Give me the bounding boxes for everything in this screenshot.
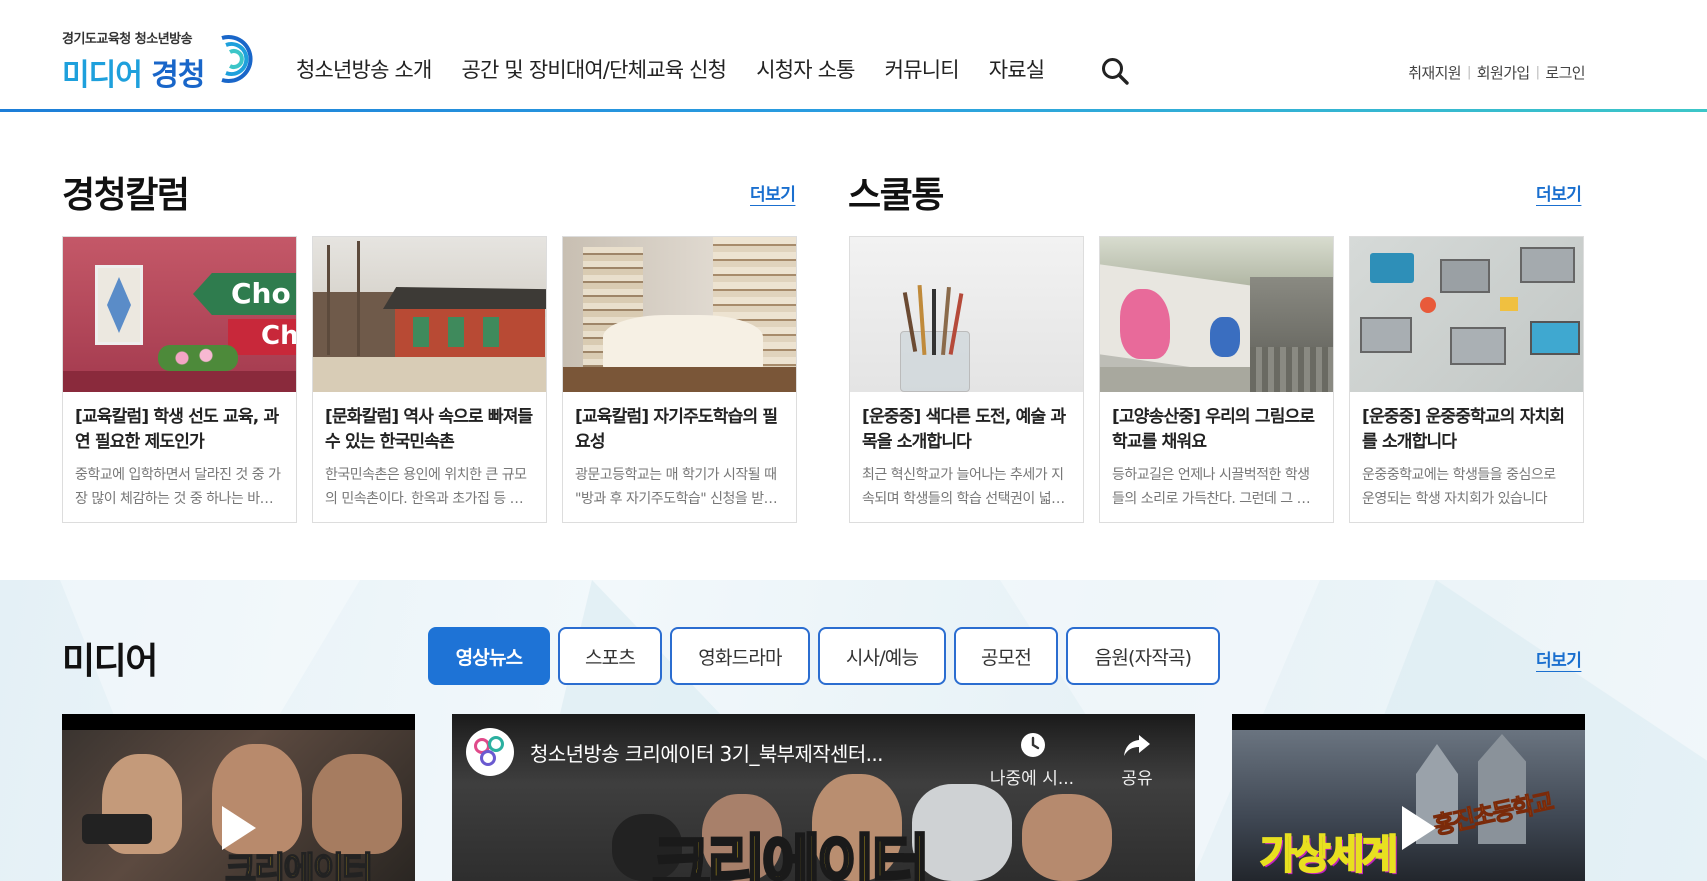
schooltong-section-title: 스쿨통 (848, 175, 944, 216)
media-section-title: 미디어 (62, 641, 158, 682)
logo-title-part-b: 경청 (151, 58, 205, 93)
card-thumbnail-folk-village (313, 237, 546, 392)
tab-contest[interactable]: 공모전 (954, 627, 1058, 685)
tab-movie-drama[interactable]: 영화드라마 (670, 627, 810, 685)
nav-item-viewer[interactable]: 시청자 소통 (756, 54, 855, 84)
card-title: [교육칼럼] 학생 선도 교육, 과연 필요한 제도인가 (75, 407, 279, 452)
nav-item-archive[interactable]: 자료실 (989, 54, 1045, 84)
logo-title-part-a: 미디어 (62, 58, 143, 93)
card-thumbnail-desk-laptops (1350, 237, 1583, 392)
media-more-link[interactable]: 더보기 (1536, 646, 1582, 671)
card-thumbnail-choice-sign: Cho Ch (63, 237, 296, 392)
schooltong-card[interactable]: [고양송산중] 우리의 그림으로 학교를 채워요 등하교길은 언제나 시끌벅적한… (1099, 236, 1334, 523)
card-title: [고양송산중] 우리의 그림으로 학교를 채워요 (1112, 407, 1315, 452)
card-description: 중학교에 입학하면서 달라진 것 중 가장 많이 체감하는 것 중 하나는 바로… (75, 467, 281, 507)
nav-item-community[interactable]: 커뮤니티 (885, 54, 960, 84)
logo-wave-icon (221, 35, 253, 83)
util-separator: | (1535, 65, 1540, 80)
logo-title: 미디어 경청 (62, 50, 205, 94)
share-label: 공유 (1121, 769, 1153, 789)
site-logo[interactable]: 경기도교육청 청소년방송 미디어 경청 (62, 28, 262, 94)
card-description: 한국민속촌은 용인에 위치한 큰 규모의 민속촌이다. 한옥과 초가집 등 옛 … (325, 467, 527, 507)
column-card[interactable]: Cho Ch [교육칼럼] 학생 선도 교육, 과연 필요한 제도인가 중학교에… (62, 236, 297, 523)
card-title: [교육칼럼] 자기주도학습의 필요성 (575, 407, 778, 452)
column-card[interactable]: [교육칼럼] 자기주도학습의 필요성 광문고등학교는 매 학기가 시작될 때 "… (562, 236, 797, 523)
video-caption: 크리에이터 (224, 849, 374, 881)
media-tabs: 영상뉴스 스포츠 영화드라마 시사/예능 공모전 음원(자작곡) (428, 627, 1228, 685)
schooltong-more-link[interactable]: 더보기 (1536, 180, 1582, 205)
column-card[interactable]: [문화칼럼] 역사 속으로 빠져들 수 있는 한국민속촌 한국민속촌은 용인에 … (312, 236, 547, 523)
column-section-title: 경청칼럼 (62, 175, 190, 216)
watch-later-label: 나중에 시... (989, 769, 1075, 789)
card-title: [문화칼럼] 역사 속으로 빠져들 수 있는 한국민속촌 (325, 407, 533, 452)
card-description: 광문고등학교는 매 학기가 시작될 때 "방과 후 자기주도학습" 신청을 받는… (575, 467, 777, 507)
share-icon[interactable] (1122, 730, 1152, 760)
card-description: 운중중학교에는 학생들을 중심으로 운영되는 학생 자치회가 있습니다 (1362, 467, 1556, 507)
nav-item-rental[interactable]: 공간 및 장비대여/단체교육 신청 (462, 54, 727, 84)
card-description: 최근 혁신학교가 늘어나는 추세가 지속되며 학생들의 학습 선택권이 넓어지고 (862, 467, 1064, 507)
card-title: [운중중] 운중중학교의 자치회를 소개합니다 (1362, 407, 1565, 452)
video-player-center[interactable]: 청소년방송 크리에이터 3기_북부제작센터... 나중에 시... 공유 크리에… (452, 714, 1195, 881)
card-description: 등하교길은 언제나 시끌벅적한 학생들의 소리로 가득찬다. 그런데 그 길에 (1112, 467, 1310, 507)
card-thumbnail-books (563, 237, 796, 392)
clock-icon[interactable] (1018, 730, 1048, 760)
column-more-link[interactable]: 더보기 (750, 180, 796, 205)
login-link[interactable]: 로그인 (1545, 62, 1585, 83)
util-separator: | (1467, 65, 1471, 80)
site-header: 경기도교육청 청소년방송 미디어 경청 청소년방송 소개 공간 및 장비대여/단… (0, 0, 1707, 112)
video-thumbnail-right[interactable]: 가상세계 홍진초등학교 (1232, 714, 1585, 881)
header-divider (0, 109, 1707, 112)
tab-sports[interactable]: 스포츠 (558, 627, 662, 685)
video-caption: 가상세계 (1259, 831, 1399, 879)
tab-video-news[interactable]: 영상뉴스 (428, 627, 550, 685)
video-caption: 크리에이터 (650, 828, 931, 881)
video-title[interactable]: 청소년방송 크리에이터 3기_북부제작센터... (530, 738, 884, 767)
signup-link[interactable]: 회원가입 (1477, 62, 1530, 83)
card-thumbnail-mural (1100, 237, 1333, 392)
card-thumbnail-paintbrushes (850, 237, 1083, 392)
nav-item-intro[interactable]: 청소년방송 소개 (296, 54, 432, 84)
tab-music[interactable]: 음원(자작곡) (1066, 627, 1220, 685)
logo-subtitle: 경기도교육청 청소년방송 (62, 32, 193, 47)
schooltong-card[interactable]: [운중중] 운중중학교의 자치회를 소개합니다 운중중학교에는 학생들을 중심으… (1349, 236, 1584, 523)
press-support-link[interactable]: 취재지원 (1408, 62, 1461, 83)
card-title: [운중중] 색다른 도전, 예술 과목을 소개합니다 (862, 407, 1066, 452)
search-icon[interactable] (1100, 56, 1130, 86)
utility-links: 취재지원 | 회원가입 | 로그인 (1408, 62, 1585, 83)
main-nav: 청소년방송 소개 공간 및 장비대여/단체교육 신청 시청자 소통 커뮤니티 자… (296, 54, 1074, 84)
video-thumbnail-left[interactable]: 크리에이터 (62, 714, 415, 881)
channel-avatar[interactable] (466, 728, 514, 776)
schooltong-card[interactable]: [운중중] 색다른 도전, 예술 과목을 소개합니다 최근 혁신학교가 늘어나는… (849, 236, 1084, 523)
play-icon[interactable] (1402, 806, 1436, 850)
tab-current-affairs[interactable]: 시사/예능 (818, 627, 946, 685)
